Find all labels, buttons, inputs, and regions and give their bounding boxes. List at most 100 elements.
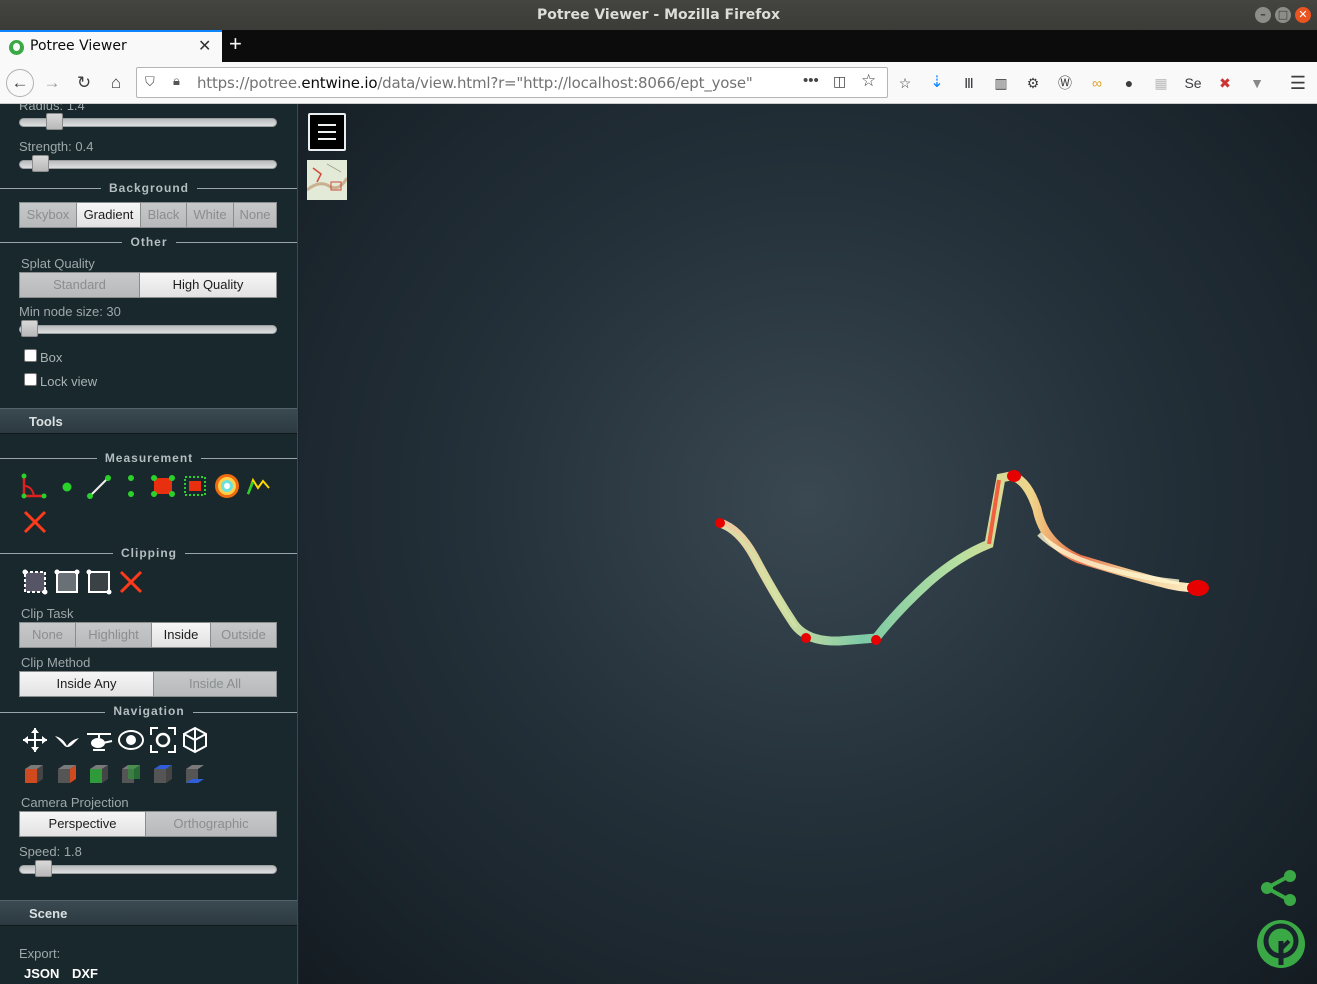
splat-quality-selector[interactable]: Standard High Quality bbox=[19, 272, 277, 298]
wordpress-icon[interactable]: Ⓦ bbox=[1055, 73, 1075, 93]
splat-high-quality-button[interactable]: High Quality bbox=[139, 273, 276, 297]
clip-task-none-button[interactable]: None bbox=[20, 623, 75, 647]
render-viewport[interactable] bbox=[299, 104, 1317, 984]
volume-icon[interactable] bbox=[181, 472, 209, 500]
remove-clipping-icon[interactable] bbox=[117, 568, 145, 596]
export-json-button[interactable]: JSON bbox=[24, 966, 59, 981]
bottom-view-icon[interactable] bbox=[184, 763, 206, 785]
speed-slider[interactable] bbox=[19, 860, 277, 877]
reload-icon[interactable]: ↻ bbox=[72, 71, 96, 95]
page-actions-icon[interactable]: ••• bbox=[803, 72, 819, 89]
glasses-icon[interactable]: ∞ bbox=[1087, 73, 1107, 93]
close-tab-icon[interactable]: ✕ bbox=[198, 36, 211, 56]
bookmark-star-icon[interactable]: ☆ bbox=[861, 71, 876, 91]
radius-slider-handle[interactable] bbox=[46, 113, 63, 130]
background-gradient-button[interactable]: Gradient bbox=[76, 203, 140, 227]
clip-volume-icon[interactable] bbox=[21, 568, 49, 596]
url-bar[interactable]: ⛉ 🔒︎ https://potree.entwine.io/data/view… bbox=[136, 67, 888, 98]
point-icon[interactable] bbox=[53, 472, 81, 500]
speed-slider-handle[interactable] bbox=[35, 860, 52, 877]
background-none-button[interactable]: None bbox=[233, 203, 276, 227]
measurement-marker[interactable] bbox=[1187, 580, 1209, 596]
hamburger-menu-icon[interactable]: ☰ bbox=[1288, 73, 1308, 93]
clip-task-selector[interactable]: None Highlight Inside Outside bbox=[19, 622, 277, 648]
height-icon[interactable] bbox=[117, 472, 145, 500]
angle-icon[interactable] bbox=[20, 472, 48, 500]
area-icon[interactable] bbox=[149, 472, 177, 500]
clip-method-inside-all-button[interactable]: Inside All bbox=[153, 672, 276, 696]
url-text[interactable]: https://potree.entwine.io/data/view.html… bbox=[197, 74, 753, 92]
lock-icon[interactable]: 🔒︎ bbox=[173, 73, 180, 89]
focus-zoom-icon[interactable] bbox=[149, 726, 177, 754]
navigation-toolbar: ← → ↻ ⌂ ⛉ 🔒︎ https://potree.entwine.io/d… bbox=[0, 62, 1317, 104]
measurement-marker[interactable] bbox=[801, 633, 811, 643]
tool-cross-icon[interactable]: ✖ bbox=[1215, 73, 1235, 93]
strength-slider[interactable] bbox=[19, 155, 277, 172]
background-white-button[interactable]: White bbox=[186, 203, 233, 227]
scene-section-header[interactable]: Scene bbox=[0, 900, 297, 926]
radius-slider[interactable] bbox=[19, 113, 277, 130]
strength-slider-handle[interactable] bbox=[32, 155, 49, 172]
background-black-button[interactable]: Black bbox=[140, 203, 186, 227]
measurement-marker[interactable] bbox=[871, 635, 881, 645]
clip-task-highlight-button[interactable]: Highlight bbox=[75, 623, 151, 647]
box-checkbox[interactable] bbox=[24, 349, 37, 362]
orbit-controls-icon[interactable] bbox=[117, 726, 145, 754]
earth-controls-icon[interactable] bbox=[21, 726, 49, 754]
background-selector[interactable]: Skybox Gradient Black White None bbox=[19, 202, 277, 228]
minimize-button[interactable]: – bbox=[1255, 7, 1271, 23]
clip-screen-box-icon[interactable] bbox=[85, 568, 113, 596]
background-skybox-button[interactable]: Skybox bbox=[20, 203, 76, 227]
top-view-icon[interactable] bbox=[152, 763, 174, 785]
clip-polygon-icon[interactable] bbox=[53, 568, 81, 596]
helicopter-controls-icon[interactable] bbox=[85, 726, 113, 754]
clip-method-selector[interactable]: Inside Any Inside All bbox=[19, 671, 277, 697]
forward-arrow-icon[interactable]: → bbox=[40, 71, 64, 95]
left-view-icon[interactable] bbox=[23, 763, 45, 785]
clip-task-inside-button[interactable]: Inside bbox=[151, 623, 210, 647]
distance-icon[interactable] bbox=[85, 472, 113, 500]
back-arrow-icon[interactable]: ← bbox=[6, 69, 34, 97]
clip-method-inside-any-button[interactable]: Inside Any bbox=[20, 672, 153, 696]
clip-task-outside-button[interactable]: Outside bbox=[210, 623, 276, 647]
clip-task-label: Clip Task bbox=[21, 606, 74, 621]
sidebar-toggle-icon[interactable]: ▥ bbox=[991, 73, 1011, 93]
lock-view-checkbox[interactable] bbox=[24, 373, 37, 386]
min-node-size-slider[interactable] bbox=[19, 320, 277, 337]
projection-orthographic-button[interactable]: Orthographic bbox=[145, 812, 276, 836]
min-node-size-slider-handle[interactable] bbox=[21, 320, 38, 337]
maximize-button[interactable]: □ bbox=[1275, 7, 1291, 23]
close-window-button[interactable]: ✕ bbox=[1295, 7, 1311, 23]
navigation-cube-icon[interactable] bbox=[181, 726, 209, 754]
splat-standard-button[interactable]: Standard bbox=[20, 273, 139, 297]
tools-section-header[interactable]: Tools bbox=[0, 408, 297, 434]
splat-quality-label: Splat Quality bbox=[21, 256, 95, 271]
new-tab-icon[interactable]: + bbox=[229, 31, 242, 57]
extension-gear-icon[interactable]: ⚙ bbox=[1023, 73, 1043, 93]
front-view-icon[interactable] bbox=[88, 763, 110, 785]
remove-measurements-icon[interactable] bbox=[21, 508, 49, 536]
export-dxf-button[interactable]: DXF bbox=[72, 966, 98, 981]
measurement-marker[interactable] bbox=[715, 518, 725, 528]
downloads-icon[interactable]: ⇣ bbox=[927, 73, 947, 93]
measurement-marker[interactable] bbox=[1007, 470, 1021, 482]
profile-icon[interactable] bbox=[245, 472, 273, 500]
extension-puzzle-icon[interactable]: ▦ bbox=[1151, 73, 1171, 93]
account-icon[interactable]: ● bbox=[1119, 73, 1139, 93]
camera-projection-selector[interactable]: Perspective Orthographic bbox=[19, 811, 277, 837]
browser-tab[interactable]: Potree Viewer ✕ bbox=[0, 30, 222, 62]
share-icon[interactable] bbox=[1259, 868, 1299, 908]
fly-controls-icon[interactable] bbox=[53, 726, 81, 754]
bookmarks-toolbar-icon[interactable]: ☆ bbox=[895, 73, 915, 93]
potree-logo-icon[interactable] bbox=[1256, 919, 1306, 969]
circle-icon[interactable] bbox=[213, 472, 241, 500]
library-icon[interactable]: Ⅲ bbox=[959, 73, 979, 93]
vue-devtools-icon[interactable]: ▼ bbox=[1247, 73, 1267, 93]
right-view-icon[interactable] bbox=[56, 763, 78, 785]
selenium-icon[interactable]: Se bbox=[1183, 73, 1203, 93]
pocket-icon[interactable]: ◫ bbox=[833, 73, 846, 90]
tracking-shield-icon[interactable]: ⛉ bbox=[145, 74, 155, 90]
projection-perspective-button[interactable]: Perspective bbox=[20, 812, 145, 836]
back-view-icon[interactable] bbox=[120, 763, 142, 785]
home-icon[interactable]: ⌂ bbox=[104, 71, 128, 95]
